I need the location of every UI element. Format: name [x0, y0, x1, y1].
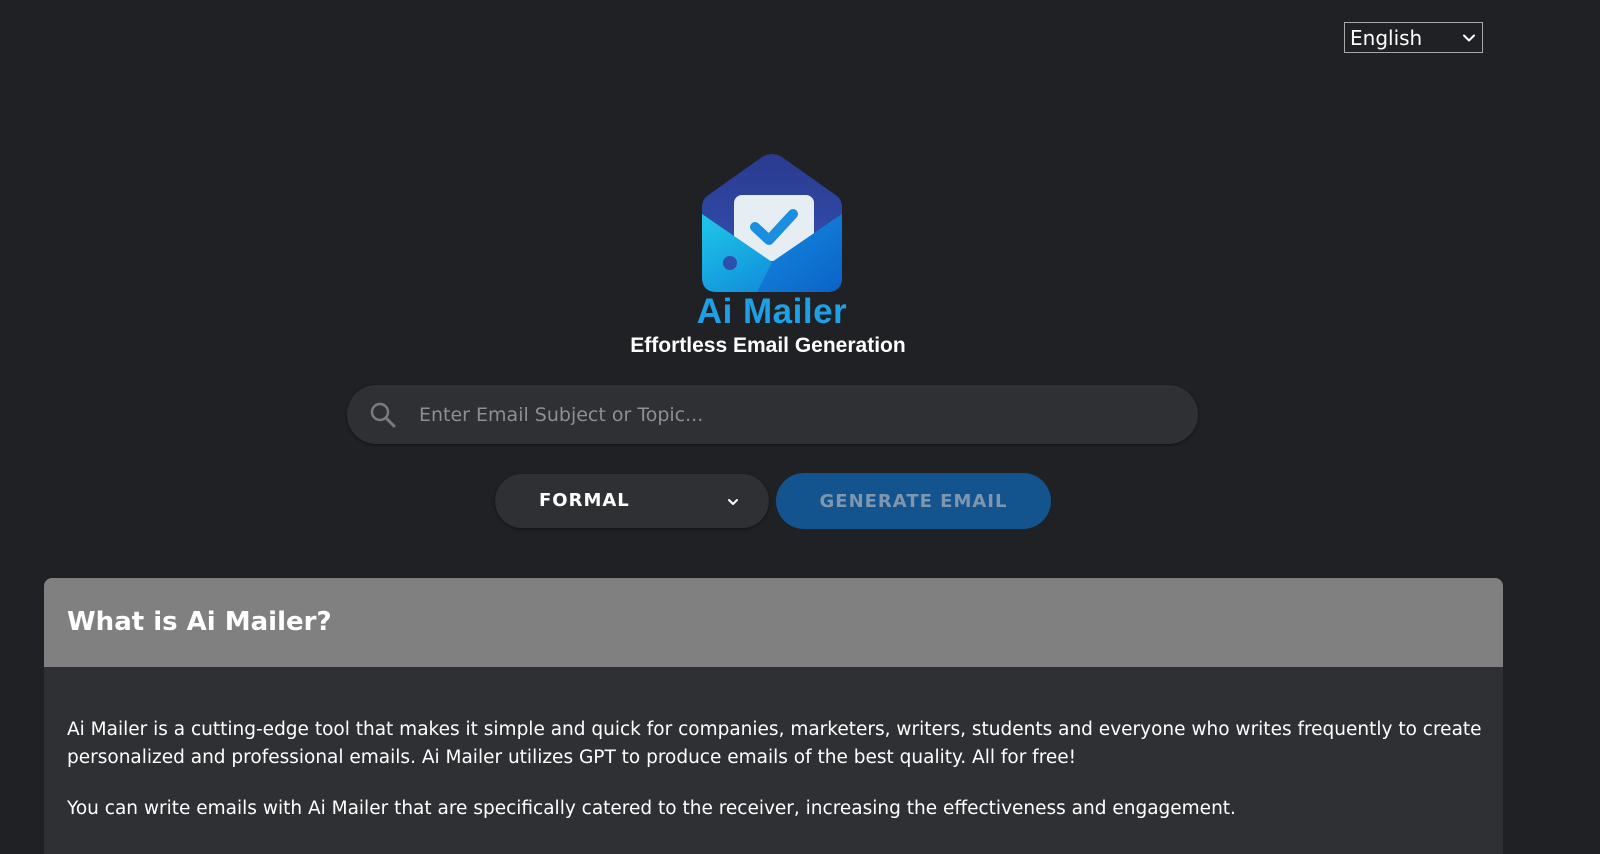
page: English Ai Mailer Effortless Email Gener… — [0, 0, 1600, 854]
tone-select[interactable]: FORMAL — [495, 474, 769, 528]
brand-name: Ai Mailer — [696, 292, 848, 331]
tone-select-value: FORMAL — [539, 490, 630, 511]
info-card: What is Ai Mailer? Ai Mailer is a cuttin… — [44, 578, 1503, 854]
info-paragraph: Ai Mailer is a cutting-edge tool that ma… — [67, 719, 1482, 768]
info-paragraph: You can write emails with Ai Mailer that… — [67, 798, 1236, 819]
search-input[interactable] — [419, 385, 1159, 444]
chevron-down-icon — [1462, 31, 1476, 45]
envelope-check-icon — [697, 152, 847, 294]
language-select[interactable]: English — [1344, 22, 1483, 53]
language-select-value: English — [1350, 25, 1423, 50]
brand-tagline: Effortless Email Generation — [630, 334, 906, 357]
info-card-title: What is Ai Mailer? — [67, 607, 332, 637]
chevron-down-icon — [726, 494, 740, 508]
generate-email-button[interactable]: GENERATE EMAIL — [776, 473, 1051, 529]
info-card-header: What is Ai Mailer? — [44, 578, 1503, 667]
search-icon — [369, 401, 397, 429]
search-bar[interactable] — [347, 385, 1198, 444]
